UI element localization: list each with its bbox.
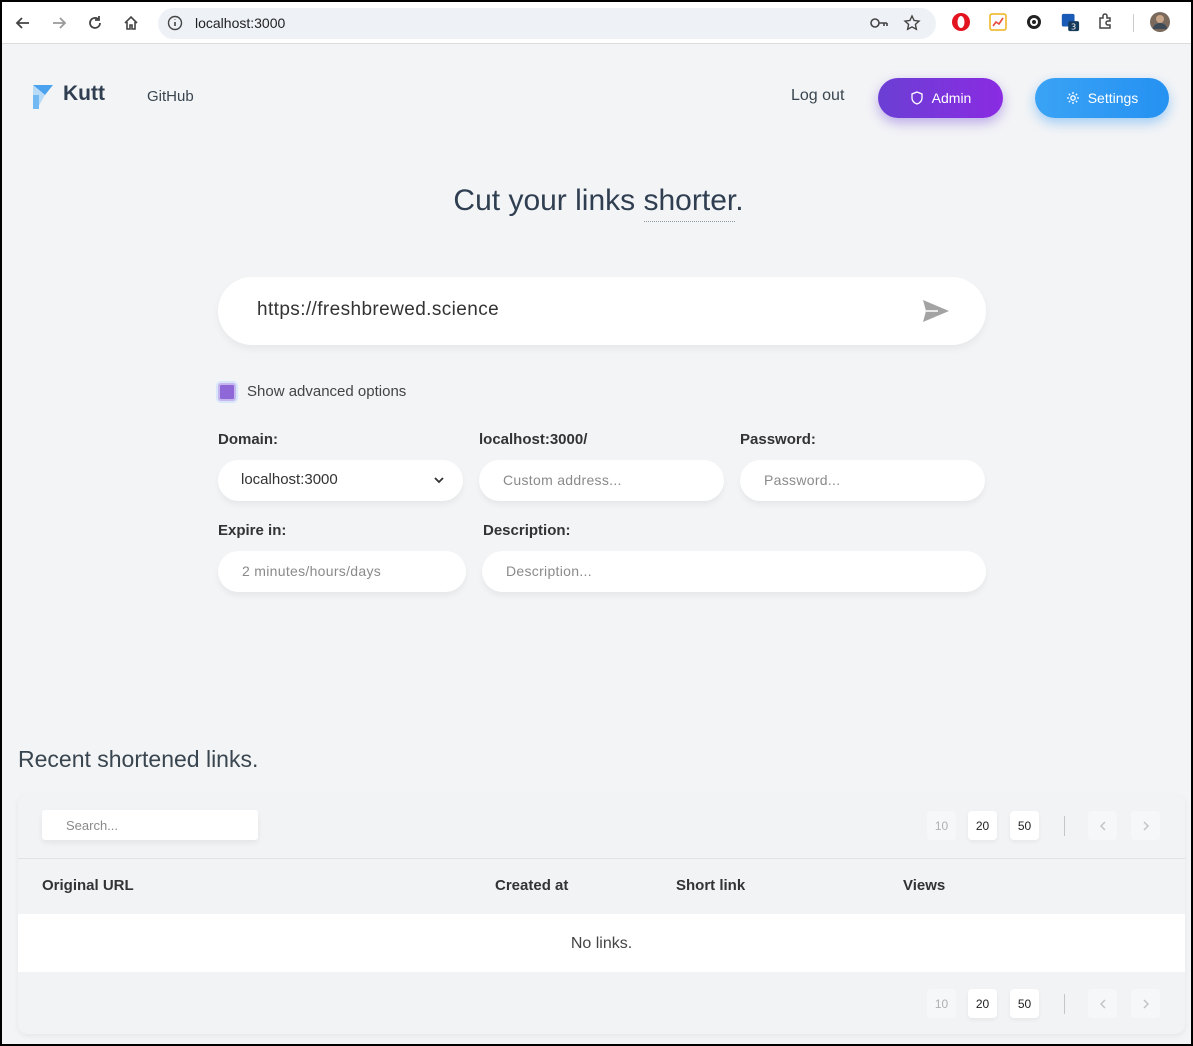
search-input[interactable]: Search... (42, 810, 258, 840)
home-icon[interactable] (119, 11, 143, 35)
column-original-url: Original URL (42, 877, 134, 894)
domain-label: Domain: (218, 431, 278, 448)
page-size-10-button[interactable]: 10 (927, 811, 956, 840)
prev-page-button[interactable] (1088, 811, 1117, 840)
password-placeholder: Password... (764, 472, 841, 488)
admin-button[interactable]: Admin (878, 78, 1003, 118)
custom-address-label: localhost:3000/ (479, 431, 588, 448)
settings-button-label: Settings (1087, 90, 1139, 106)
expire-input[interactable]: 2 minutes/hours/days (218, 551, 466, 592)
url-input[interactable]: https://freshbrewed.science (218, 277, 986, 345)
gear-icon (1066, 92, 1079, 104)
reload-icon[interactable] (83, 11, 107, 35)
chevron-left-icon (1099, 820, 1106, 831)
page-size-10-button-bottom[interactable]: 10 (927, 989, 956, 1018)
column-views: Views (903, 877, 946, 894)
description-input[interactable]: Description... (482, 551, 986, 592)
links-table: Search... 10 20 50 Original URL Created … (18, 794, 1185, 1034)
prev-page-button-bottom[interactable] (1088, 989, 1117, 1018)
extension-badge-count: 3 (1071, 21, 1076, 31)
expire-label: Expire in: (218, 522, 287, 539)
url-input-value[interactable]: https://freshbrewed.science (257, 299, 499, 321)
domain-select-value: localhost:3000 (241, 471, 338, 488)
next-page-button-bottom[interactable] (1131, 989, 1160, 1018)
logout-link[interactable]: Log out (791, 87, 844, 105)
description-placeholder: Description... (506, 563, 592, 579)
description-label: Description: (483, 522, 571, 539)
hero-title-part1: Cut your links (453, 184, 644, 217)
site-info-icon[interactable] (167, 15, 183, 31)
chevron-right-icon (1142, 998, 1149, 1009)
password-label: Password: (740, 431, 816, 448)
profile-avatar[interactable] (1149, 11, 1171, 33)
empty-state-text: No links. (570, 935, 633, 952)
advanced-options-checkbox[interactable] (218, 383, 236, 401)
page-size-50-button-bottom[interactable]: 50 (1010, 989, 1039, 1018)
chevron-right-icon (1142, 820, 1149, 831)
back-icon[interactable] (11, 11, 35, 35)
kutt-logo-icon[interactable] (33, 85, 53, 109)
pager-divider-bottom (1064, 994, 1065, 1014)
hero-title: Cut your links shorter. (2, 184, 1193, 222)
brand-name[interactable]: Kutt (63, 82, 105, 106)
hero-title-period: . (735, 184, 744, 217)
chevron-down-icon (434, 477, 444, 484)
advanced-options-label[interactable]: Show advanced options (247, 383, 406, 400)
domain-select[interactable]: localhost:3000 (218, 460, 463, 501)
password-input[interactable]: Password... (740, 460, 985, 501)
expire-placeholder: 2 minutes/hours/days (242, 563, 382, 579)
github-link[interactable]: GitHub (147, 88, 194, 105)
pager-divider (1064, 816, 1065, 836)
column-short-link: Short link (676, 877, 746, 894)
recent-links-title: Recent shortened links. (18, 746, 259, 772)
address-bar[interactable]: localhost:3000 (158, 8, 936, 39)
page-size-20-button[interactable]: 20 (968, 811, 997, 840)
badge-extension-icon[interactable]: 3 (1060, 12, 1080, 32)
puzzle-extensions-icon[interactable] (1096, 12, 1116, 32)
page-size-20-button-bottom[interactable]: 20 (968, 989, 997, 1018)
settings-button[interactable]: Settings (1035, 78, 1169, 118)
hero-title-shorter: shorter (643, 184, 736, 222)
table-header-divider (18, 858, 1185, 859)
shield-icon (911, 91, 923, 105)
chart-extension-icon[interactable] (988, 12, 1008, 32)
search-placeholder: Search... (66, 818, 119, 833)
custom-address-placeholder: Custom address... (503, 472, 622, 488)
key-icon[interactable] (869, 15, 889, 31)
browser-toolbar: localhost:3000 3 (2, 2, 1191, 44)
gear-extension-icon[interactable] (1024, 12, 1044, 32)
bookmark-star-icon[interactable] (903, 14, 921, 32)
next-page-button[interactable] (1131, 811, 1160, 840)
page-size-50-button[interactable]: 50 (1010, 811, 1039, 840)
address-text[interactable]: localhost:3000 (195, 15, 285, 31)
chevron-left-icon (1099, 998, 1106, 1009)
column-created-at: Created at (495, 877, 569, 894)
table-row: No links. (18, 914, 1185, 972)
toolbar-divider (1133, 14, 1134, 32)
opera-extension-icon[interactable] (951, 12, 971, 32)
admin-button-label: Admin (931, 90, 972, 106)
custom-address-input[interactable]: Custom address... (479, 460, 724, 501)
forward-icon[interactable] (47, 11, 71, 35)
send-icon[interactable] (922, 299, 950, 323)
